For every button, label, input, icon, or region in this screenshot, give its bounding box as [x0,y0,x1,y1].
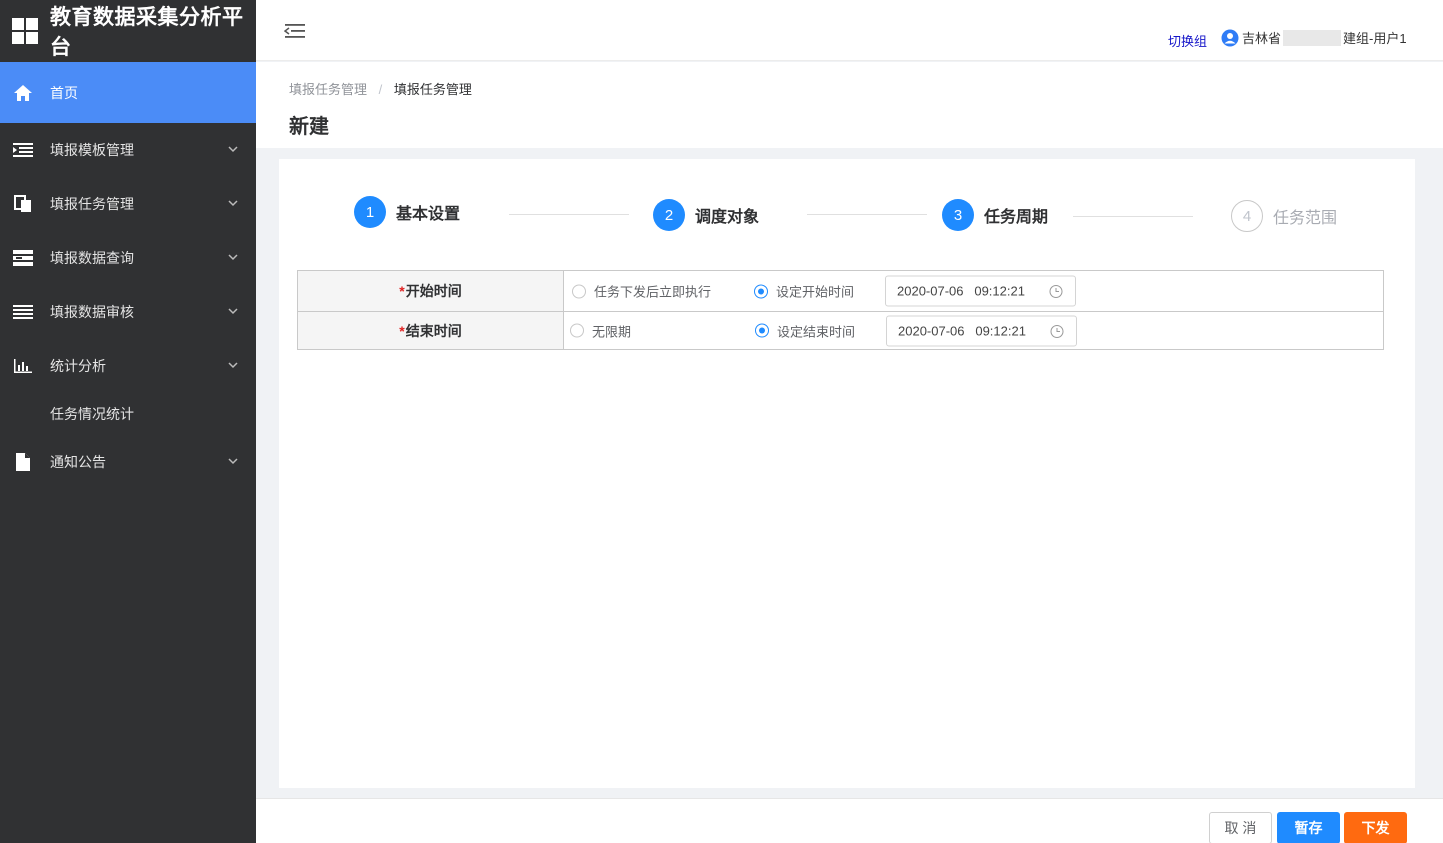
clock-icon [1050,324,1064,338]
sidebar-subitem-task-statistics[interactable]: 任务情况统计 [0,393,256,435]
radio-label: 设定开始时间 [776,284,855,300]
action-footer: 取 消 暂存 下发 [256,798,1443,843]
chevron-down-icon [228,254,238,261]
step-number: 1 [354,196,386,228]
redacted-username [1283,29,1342,46]
end-datetime-value: 2020-07-06 09:12:21 [898,323,1026,338]
end-time-label: * 结束时间 [298,312,564,349]
cancel-button[interactable]: 取 消 [1209,812,1272,843]
step-connector [509,214,629,215]
home-icon [12,84,34,102]
end-time-label-text: 结束时间 [405,322,462,339]
radio-set-start-time[interactable]: 设定开始时间 [754,282,854,301]
top-bar: 切换组 吉林省 建组-用户1 [256,0,1443,61]
page-header: 填报任务管理 / 填报任务管理 新建 [256,62,1443,148]
chevron-down-icon [228,362,238,369]
breadcrumb: 填报任务管理 / 填报任务管理 [289,79,472,98]
save-draft-button[interactable]: 暂存 [1277,812,1340,843]
user-menu[interactable]: 吉林省 建组-用户1 [1221,28,1407,47]
form-row-start-time: * 开始时间 任务下发后立即执行 设定开始时间 2020-07-06 09:12… [298,271,1383,311]
sidebar-item-data-audit[interactable]: 填报数据审核 [0,285,256,339]
audit-icon [12,303,34,321]
radio-circle [570,323,584,338]
step-label: 基本设置 [396,206,461,223]
radio-start-immediately[interactable]: 任务下发后立即执行 [572,282,711,301]
breadcrumb-parent[interactable]: 填报任务管理 [289,82,367,97]
radio-circle [572,284,586,298]
step-connector [1073,216,1193,217]
end-datetime-input[interactable]: 2020-07-06 09:12:21 [886,315,1077,346]
query-icon [12,249,34,267]
chart-icon [12,357,34,375]
step-dispatch-target[interactable]: 2 调度对象 [653,199,759,231]
breadcrumb-separator: / [378,82,383,97]
user-avatar-icon [1221,29,1239,46]
clock-icon [1049,285,1063,298]
radio-set-end-time[interactable]: 设定结束时间 [755,321,855,340]
switch-group-link[interactable]: 切换组 [1168,31,1207,50]
sidebar-item-notice[interactable]: 通知公告 [0,435,256,489]
sidebar-item-home[interactable]: 首页 [0,62,256,123]
content-card: 1 基本设置 2 调度对象 3 任务周期 4 任务范围 * 开始时间 任务下发后… [279,159,1415,788]
required-mark: * [399,322,405,339]
breadcrumb-current: 填报任务管理 [393,82,472,97]
start-time-label-text: 开始时间 [405,283,462,299]
template-icon [12,141,34,159]
sidebar: 教育数据采集分析平台 首页 填报模板管理 填报任务管理 填报数据查询 填报数据审… [0,0,256,843]
radio-no-limit[interactable]: 无限期 [570,321,631,340]
sidebar-item-label: 填报模板管理 [50,142,134,158]
user-name-suffix: 建组-用户1 [1343,31,1407,46]
sidebar-item-label: 填报数据审核 [50,304,134,320]
windows-logo-icon [12,18,38,44]
start-datetime-input[interactable]: 2020-07-06 09:12:21 [885,275,1076,307]
sidebar-item-label: 填报数据查询 [50,250,134,266]
notice-icon [12,453,34,471]
sidebar-item-statistics[interactable]: 统计分析 [0,339,256,393]
start-time-label: * 开始时间 [298,271,564,311]
chevron-down-icon [228,146,238,153]
sidebar-item-label: 通知公告 [50,454,106,470]
sidebar-item-template-management[interactable]: 填报模板管理 [0,123,256,177]
form-row-end-time: * 结束时间 无限期 设定结束时间 2020-07-06 09:12:21 [298,311,1383,349]
radio-circle [754,284,768,298]
step-basic-settings[interactable]: 1 基本设置 [354,196,460,228]
chevron-down-icon [228,458,238,465]
step-task-cycle[interactable]: 3 任务周期 [942,199,1048,231]
sidebar-item-label: 任务情况统计 [50,406,134,422]
app-title: 教育数据采集分析平台 [50,6,244,59]
step-label: 任务周期 [984,209,1049,226]
radio-label: 无限期 [592,324,632,339]
start-datetime-value: 2020-07-06 09:12:21 [897,283,1025,299]
chevron-down-icon [228,308,238,315]
menu-collapse-icon[interactable] [284,22,306,40]
sidebar-item-label: 填报任务管理 [50,196,134,212]
sidebar-item-label: 首页 [50,84,78,101]
required-mark: * [399,283,405,299]
step-label: 调度对象 [695,209,760,226]
dispatch-button[interactable]: 下发 [1344,812,1407,843]
task-cycle-form: * 开始时间 任务下发后立即执行 设定开始时间 2020-07-06 09:12… [297,270,1384,350]
radio-circle [755,323,769,338]
sidebar-item-label: 统计分析 [50,358,106,374]
step-task-scope[interactable]: 4 任务范围 [1231,200,1337,232]
step-connector [807,214,927,215]
sidebar-item-task-management[interactable]: 填报任务管理 [0,177,256,231]
page-title: 新建 [289,116,329,138]
end-time-controls: 无限期 设定结束时间 2020-07-06 09:12:21 [564,312,1383,349]
chevron-down-icon [228,200,238,207]
user-name-prefix: 吉林省 [1242,31,1282,46]
task-icon [12,195,34,213]
sidebar-item-data-query[interactable]: 填报数据查询 [0,231,256,285]
app-logo: 教育数据采集分析平台 [0,0,256,62]
radio-label: 任务下发后立即执行 [594,284,712,300]
step-label: 任务范围 [1273,210,1338,227]
step-number: 4 [1231,200,1263,232]
start-time-controls: 任务下发后立即执行 设定开始时间 2020-07-06 09:12:21 [564,271,1383,311]
step-number: 2 [653,199,685,231]
step-number: 3 [942,199,974,231]
radio-label: 设定结束时间 [777,324,856,339]
